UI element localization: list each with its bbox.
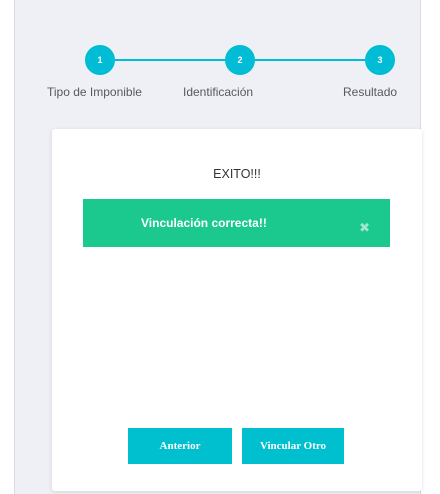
- result-card: EXITO!!! Vinculación correcta!! ✖ Anteri…: [52, 129, 422, 491]
- previous-button[interactable]: Anterior: [128, 428, 232, 464]
- stepper: 1 2 3 Tipo de Imponible Identificación R…: [15, 0, 420, 110]
- step-connector-1-2: [115, 59, 225, 61]
- step-1-indicator[interactable]: 1: [85, 45, 115, 75]
- content-area: 1 2 3 Tipo de Imponible Identificación R…: [15, 0, 422, 494]
- success-message: Vinculación correcta!!: [141, 216, 267, 230]
- close-icon[interactable]: ✖: [359, 222, 370, 235]
- app-frame: 1 2 3 Tipo de Imponible Identificación R…: [0, 0, 440, 494]
- step-3-label: Resultado: [343, 85, 398, 99]
- link-another-button[interactable]: Vincular Otro: [242, 428, 344, 464]
- step-connector-2-3: [255, 59, 365, 61]
- success-alert: Vinculación correcta!! ✖: [83, 199, 390, 247]
- result-title: EXITO!!!: [213, 167, 261, 181]
- step-2-label: Identificación: [183, 85, 254, 99]
- step-2-indicator[interactable]: 2: [225, 45, 255, 75]
- step-1-label: Tipo de Imponible: [47, 85, 142, 99]
- step-3-indicator[interactable]: 3: [365, 45, 395, 75]
